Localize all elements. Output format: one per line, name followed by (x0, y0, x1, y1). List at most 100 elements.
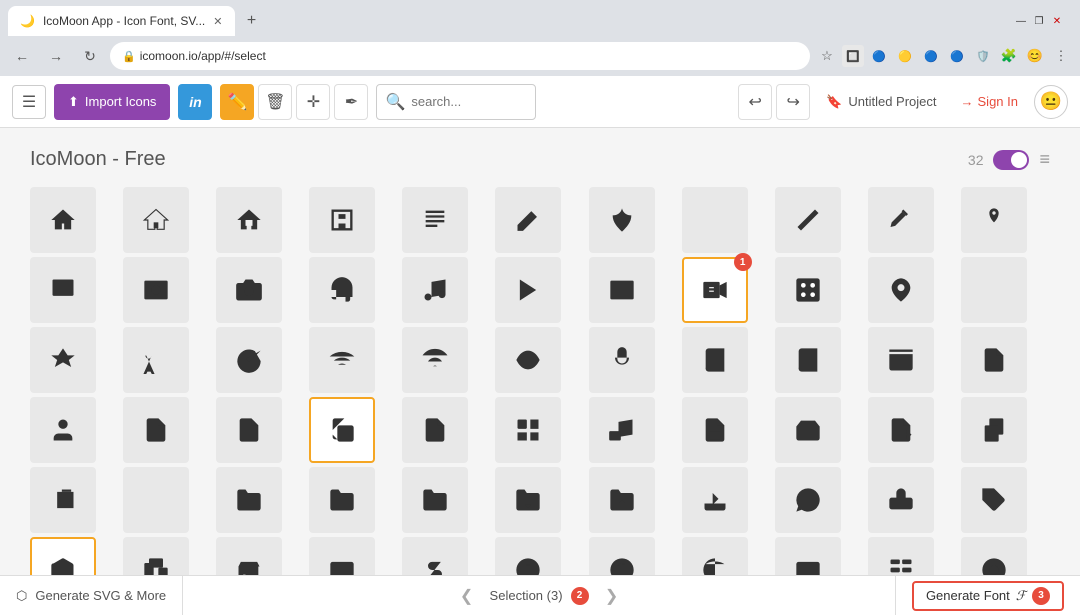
icon-cell[interactable] (775, 257, 841, 323)
bookmark-star-icon[interactable]: ☆ (816, 45, 838, 67)
icon-cell[interactable] (868, 467, 934, 533)
icon-cell[interactable] (495, 397, 561, 463)
icon-cell[interactable] (961, 537, 1027, 575)
icon-cell[interactable] (589, 257, 655, 323)
icon-cell[interactable] (216, 257, 282, 323)
icon-cell[interactable] (868, 327, 934, 393)
selection-prev-button[interactable]: ❮ (452, 581, 482, 611)
window-close-button[interactable]: ✕ (1050, 14, 1064, 28)
tab-close-icon[interactable]: ✕ (213, 15, 222, 28)
icon-cell[interactable] (30, 537, 96, 575)
icon-cell[interactable] (309, 257, 375, 323)
icon-cell[interactable] (216, 327, 282, 393)
icon-cell[interactable] (123, 327, 189, 393)
icon-cell[interactable] (216, 397, 282, 463)
icon-cell[interactable] (961, 397, 1027, 463)
selection-next-button[interactable]: ❯ (597, 581, 627, 611)
extension2-icon[interactable]: 🔵 (868, 45, 890, 67)
redo-button[interactable]: ↪ (776, 84, 810, 120)
pencil-action-button[interactable]: ✏️ (220, 84, 254, 120)
generate-font-button[interactable]: Generate Font ℱ 3 (895, 576, 1080, 615)
icon-cell[interactable] (402, 397, 468, 463)
icon-cell[interactable] (402, 537, 468, 575)
view-toggle[interactable] (993, 150, 1029, 170)
icon-cell[interactable] (775, 187, 841, 253)
list-view-button[interactable]: ≡ (1039, 149, 1050, 170)
address-bar[interactable]: 🔒 icomoon.io/app/#/select (110, 42, 810, 70)
icon-cell[interactable] (775, 327, 841, 393)
icon-cell[interactable] (589, 327, 655, 393)
window-minimize-button[interactable]: — (1014, 14, 1028, 28)
extension5-icon[interactable]: 🔵 (946, 45, 968, 67)
trash-action-button[interactable]: 🗑 (258, 84, 292, 120)
icon-cell[interactable] (216, 187, 282, 253)
icon-cell[interactable] (402, 257, 468, 323)
icon-cell[interactable] (589, 467, 655, 533)
icon-cell[interactable] (682, 397, 748, 463)
icon-set-button[interactable]: in (178, 84, 212, 120)
icon-cell[interactable] (868, 187, 934, 253)
forward-button[interactable]: → (42, 42, 70, 70)
search-bar[interactable]: 🔍 (376, 84, 536, 120)
icon-cell[interactable] (309, 467, 375, 533)
window-maximize-button[interactable]: ❐ (1032, 14, 1046, 28)
icon-cell[interactable] (495, 187, 561, 253)
new-tab-button[interactable]: + (239, 8, 265, 34)
icon-cell[interactable] (309, 397, 375, 463)
icon-cell[interactable] (30, 257, 96, 323)
icon-cell[interactable] (402, 467, 468, 533)
icon-cell[interactable] (775, 397, 841, 463)
icon-cell[interactable] (868, 397, 934, 463)
icon-cell[interactable] (309, 187, 375, 253)
icon-cell[interactable] (123, 467, 189, 533)
search-input[interactable] (411, 94, 521, 109)
generate-svg-button[interactable]: ⬡ Generate SVG & More (0, 576, 183, 615)
icon-cell[interactable] (123, 397, 189, 463)
undo-button[interactable]: ↩ (738, 84, 772, 120)
icon-cell[interactable] (123, 187, 189, 253)
icon-cell[interactable] (402, 327, 468, 393)
icon-cell[interactable] (775, 467, 841, 533)
move-action-button[interactable]: ✛ (296, 84, 330, 120)
icon-cell[interactable] (961, 467, 1027, 533)
icon-cell[interactable] (961, 257, 1027, 323)
browser-tab[interactable]: 🌙 IcoMoon App - Icon Font, SV... ✕ (8, 6, 235, 36)
icon-cell[interactable] (682, 467, 748, 533)
back-button[interactable]: ← (8, 42, 36, 70)
icon-cell[interactable] (123, 537, 189, 575)
icon-cell[interactable] (402, 187, 468, 253)
icon-cell[interactable] (309, 327, 375, 393)
icon-cell[interactable] (495, 467, 561, 533)
icon-cell[interactable] (775, 537, 841, 575)
extension6-icon[interactable]: 🛡️ (972, 45, 994, 67)
icon-cell[interactable] (495, 327, 561, 393)
icon-cell[interactable] (589, 187, 655, 253)
import-icons-button[interactable]: ⬆ Import Icons (54, 84, 170, 120)
refresh-button[interactable]: ↻ (76, 42, 104, 70)
icon-cell[interactable] (682, 327, 748, 393)
icon-cell[interactable] (682, 187, 748, 253)
icon-cell[interactable] (216, 467, 282, 533)
icon-cell[interactable] (123, 257, 189, 323)
icon-cell[interactable] (309, 537, 375, 575)
more-options-icon[interactable]: ⋮ (1050, 45, 1072, 67)
icon-cell[interactable] (30, 397, 96, 463)
icon-cell[interactable] (868, 537, 934, 575)
edit-action-button[interactable]: ✒ (334, 84, 368, 120)
icon-cell[interactable] (30, 327, 96, 393)
extensions-icon[interactable]: 🧩 (998, 45, 1020, 67)
icon-cell[interactable]: 1 (682, 257, 748, 323)
icon-cell[interactable] (495, 257, 561, 323)
icon-cell[interactable] (961, 187, 1027, 253)
menu-button[interactable]: ☰ (12, 85, 46, 119)
icon-cell[interactable] (30, 467, 96, 533)
icon-cell[interactable] (589, 397, 655, 463)
extension4-icon[interactable]: 🔵 (920, 45, 942, 67)
icon-cell[interactable] (216, 537, 282, 575)
icon-cell[interactable] (961, 327, 1027, 393)
extension3-icon[interactable]: 🟡 (894, 45, 916, 67)
icon-cell[interactable] (868, 257, 934, 323)
icon-cell[interactable] (495, 537, 561, 575)
user-avatar[interactable]: 😐 (1034, 85, 1068, 119)
icon-cell[interactable] (682, 537, 748, 575)
